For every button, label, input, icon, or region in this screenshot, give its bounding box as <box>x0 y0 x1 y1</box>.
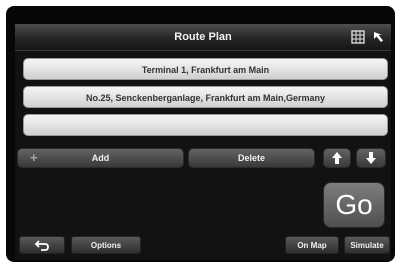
device-frame: Route Plan Terminal 1, Frankfurt am Main… <box>6 6 395 262</box>
route-plan-screen: Route Plan Terminal 1, Frankfurt am Main… <box>15 24 391 260</box>
add-button[interactable]: + Add <box>17 148 184 168</box>
route-stop-start[interactable]: Terminal 1, Frankfurt am Main <box>23 58 388 80</box>
delete-button[interactable]: Delete <box>188 148 315 168</box>
back-button[interactable] <box>19 236 65 254</box>
delete-button-label: Delete <box>237 153 265 163</box>
route-stop-empty[interactable] <box>23 114 388 136</box>
arrow-down-icon <box>366 152 376 164</box>
options-button[interactable]: Options <box>71 236 141 254</box>
page-title: Route Plan <box>174 31 232 43</box>
go-button[interactable]: Go <box>323 182 385 228</box>
back-arrow-icon <box>34 240 49 251</box>
title-bar: Route Plan <box>15 24 391 51</box>
map-grid-icon[interactable] <box>349 28 367 46</box>
plus-icon: + <box>30 150 38 165</box>
move-down-button[interactable] <box>356 148 386 168</box>
simulate-button[interactable]: Simulate <box>344 236 390 254</box>
route-stop-destination[interactable]: No.25, Senckenberganlage, Frankfurt am M… <box>23 86 388 108</box>
on-map-button[interactable]: On Map <box>285 236 339 254</box>
move-up-button[interactable] <box>323 148 351 168</box>
arrow-up-icon <box>332 152 342 164</box>
add-button-label: Add <box>91 153 110 163</box>
cursor-arrow-icon[interactable] <box>370 28 388 46</box>
